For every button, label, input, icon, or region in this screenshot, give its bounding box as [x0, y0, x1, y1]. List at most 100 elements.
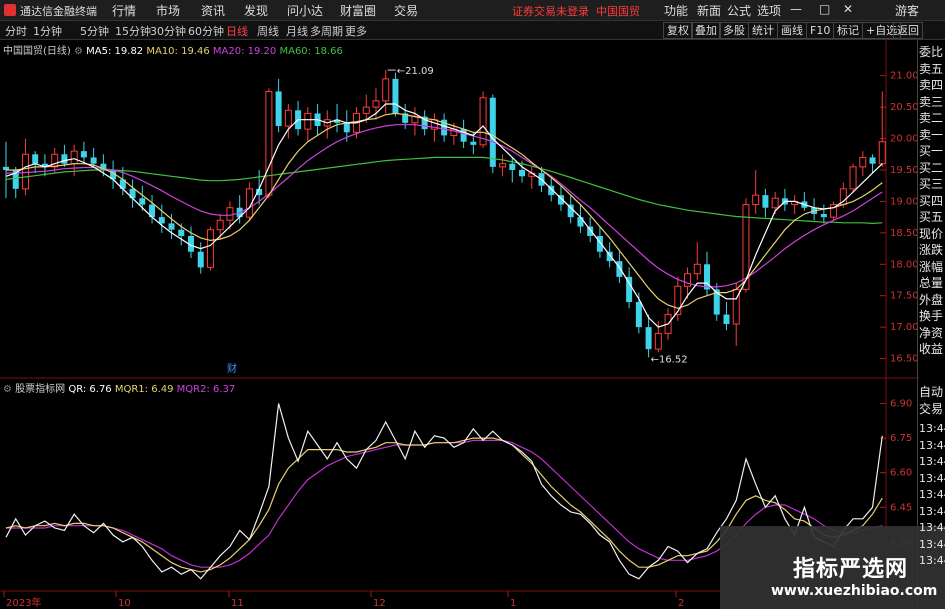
right-menu-item-0[interactable]: 功能: [664, 2, 688, 19]
menu-item-3[interactable]: 发现: [244, 2, 268, 19]
trade-time-7: 13:44: [919, 537, 945, 551]
period-tab-7[interactable]: 周线: [257, 23, 279, 39]
toolbar-button-2[interactable]: 多股: [719, 22, 749, 39]
candle-body: [509, 163, 516, 170]
app-title: 通达信金融终端: [20, 5, 97, 18]
candle-body: [820, 214, 827, 218]
candle-body: [654, 332, 662, 350]
ytick-label-main-4: 19.00: [890, 196, 919, 207]
side-item-16: 换手: [919, 309, 944, 323]
top-stock-name[interactable]: 中国国贸: [596, 5, 640, 18]
candle-body: [577, 217, 584, 227]
indicator-settings-icon[interactable]: ⚙: [3, 384, 12, 395]
candle-body: [859, 156, 867, 168]
candle-body: [470, 141, 477, 145]
period-tab-1[interactable]: 1分钟: [33, 23, 62, 39]
candle-body: [762, 195, 769, 208]
xtick-label-2: 11: [231, 598, 244, 609]
candle-body: [382, 78, 390, 102]
ytick-label-main-8: 17.00: [890, 322, 919, 333]
finance-marker: 财: [227, 362, 237, 375]
trade-header[interactable]: 交易: [919, 401, 945, 418]
minimize-icon[interactable]: —: [790, 2, 802, 16]
toolbar-button-1[interactable]: 叠加: [691, 22, 721, 39]
main-legend: 中国国贸(日线) ⚙ MA5: 19.82 MA10: 19.46 MA20: …: [3, 42, 343, 57]
ytick-label-main-7: 17.50: [890, 291, 919, 302]
indicator-title: 股票指标网: [15, 384, 66, 395]
toolbar-button-6[interactable]: 标记: [833, 22, 863, 39]
login-notice[interactable]: 证券交易未登录 中国国贸: [512, 3, 640, 19]
candle-body: [139, 198, 146, 205]
candle-body: [693, 263, 701, 275]
side-item-0: 委比: [919, 45, 944, 59]
side-item-17: 净资: [919, 325, 944, 340]
menu-item-0[interactable]: 行情: [112, 2, 136, 19]
guest-label[interactable]: 游客: [895, 2, 919, 19]
period-tab-5[interactable]: 60分钟: [188, 23, 224, 39]
stock-chart[interactable]: 21.00 20.50 20.00 19.50 19.00 18.50 18.00 17.50…: [0, 40, 919, 609]
candle-body: [752, 194, 760, 206]
period-tab-9[interactable]: 多周期: [310, 23, 343, 39]
trade-time-1: 13:44: [919, 438, 945, 452]
close-icon[interactable]: ✕: [843, 2, 853, 16]
trade-time-4: 13:44: [919, 488, 945, 501]
candle-body: [216, 219, 224, 231]
period-tab-8[interactable]: 月线: [286, 23, 308, 39]
menu-bar: 通达信金融终端 行情 市场 资讯 发现 问小达 财富圈 交易 证券交易未登录 中国国贸 功能…: [0, 0, 945, 21]
xtick-label-4: 1: [510, 598, 516, 609]
candle-body: [596, 236, 603, 252]
auto-trade-header[interactable]: 自动: [919, 384, 945, 401]
toolbar-button-0[interactable]: 复权: [663, 22, 693, 39]
menu-item-2[interactable]: 资讯: [201, 2, 225, 19]
toolbar-button-4[interactable]: 画线: [777, 22, 807, 39]
period-tab-10[interactable]: 更多: [345, 23, 367, 39]
candle-body: [70, 150, 78, 165]
maximize-icon[interactable]: □: [819, 2, 830, 16]
side-item-12: 涨跌: [919, 243, 944, 257]
side-item-1: 卖五: [919, 61, 944, 76]
candle-body: [499, 163, 507, 168]
qr-legend-1: MQR1: 6.49: [114, 384, 177, 395]
toolbar-button-3[interactable]: 统计: [748, 22, 778, 39]
xtick-label-1: 10: [118, 598, 131, 609]
period-tab-3[interactable]: 15分钟: [115, 23, 151, 39]
candle-body: [158, 217, 165, 224]
candle-body: [723, 314, 730, 324]
login-notice-text[interactable]: 证券交易未登录: [512, 5, 589, 18]
toolbar-button-5[interactable]: F10: [806, 22, 835, 39]
candle-body: [616, 261, 623, 277]
candle-body: [869, 157, 876, 164]
toolbar-button-8[interactable]: 返回: [893, 22, 923, 39]
candle-body: [684, 273, 692, 287]
high-label: ←21.09: [397, 66, 434, 77]
settings-gear-icon[interactable]: ⚙: [74, 46, 83, 57]
ma60-line: [5, 156, 883, 225]
ytick-label-main-2: 20.00: [890, 134, 919, 145]
watermark-url: www.xuezhibiao.com: [771, 583, 938, 599]
menu-item-5[interactable]: 财富圈: [340, 2, 376, 19]
ytick-label-ind-3: 6.45: [890, 502, 912, 513]
candle-body: [343, 122, 350, 133]
trade-time-3: 13:44: [919, 471, 945, 485]
menu-item-4[interactable]: 问小达: [287, 2, 323, 19]
xtick-label-0: 2023年: [6, 596, 41, 609]
right-menu-item-3[interactable]: 选项: [757, 2, 781, 19]
right-menu-item-2[interactable]: 公式: [727, 2, 751, 19]
period-tab-2[interactable]: 5分钟: [80, 23, 109, 39]
side-item-4: 卖二: [919, 111, 944, 125]
period-tab-6[interactable]: 日线: [226, 23, 248, 39]
side-item-2: 卖四: [919, 78, 944, 92]
menu-item-1[interactable]: 市场: [156, 2, 180, 19]
candle-body: [275, 91, 282, 126]
period-tab-4[interactable]: 30分钟: [150, 23, 186, 39]
candle-body: [635, 302, 642, 328]
ytick-label-ind-2: 6.60: [890, 468, 912, 479]
ma-legend-1: MA10: 19.46: [146, 46, 213, 57]
candle-body: [168, 223, 175, 230]
side-item-18: 收益: [919, 342, 944, 356]
period-tab-0[interactable]: 分时: [5, 23, 27, 39]
side-item-3: 卖三: [919, 94, 944, 109]
trade-time-6: 13:44: [919, 521, 945, 534]
right-menu-item-1[interactable]: 新面: [697, 2, 721, 19]
menu-item-6[interactable]: 交易: [394, 2, 418, 19]
